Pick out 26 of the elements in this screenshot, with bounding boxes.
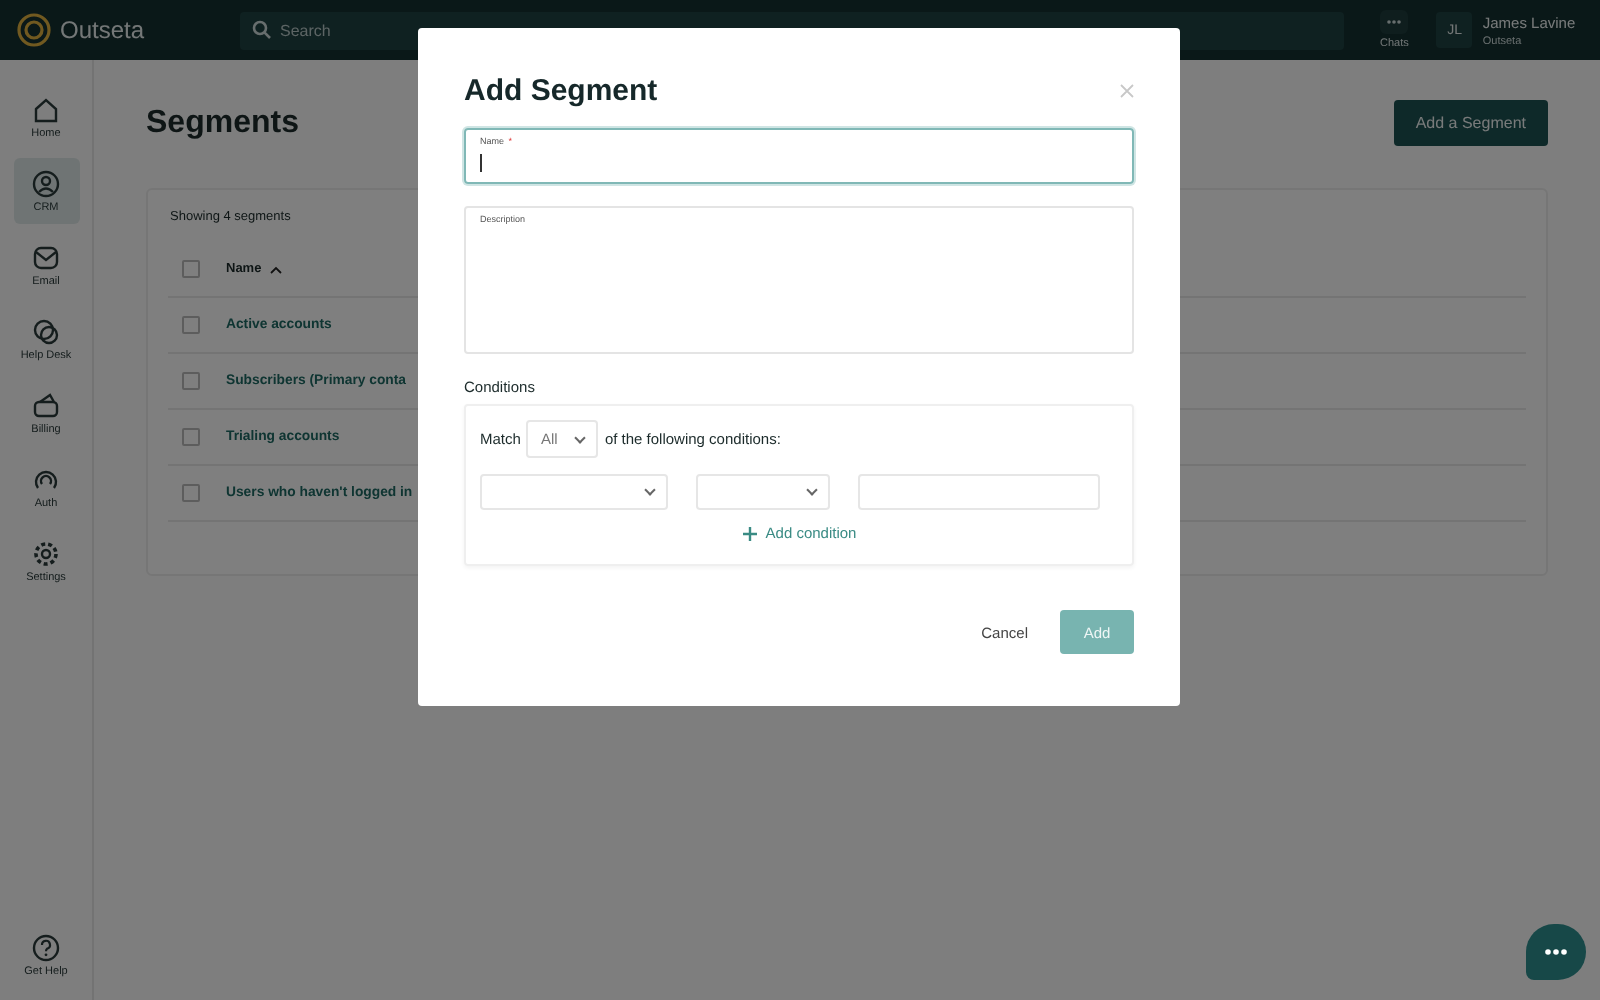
operator-select[interactable]: [696, 474, 830, 510]
row-checkbox[interactable]: [182, 372, 200, 390]
help-icon: [32, 933, 60, 961]
mail-icon: [32, 243, 60, 271]
chat-dots-icon: [1544, 948, 1568, 956]
field-select[interactable]: [480, 474, 668, 510]
dialog-title: Add Segment: [464, 73, 658, 107]
row-checkbox[interactable]: [182, 428, 200, 446]
chat-bubble-button[interactable]: [1526, 924, 1586, 980]
home-icon: [32, 95, 60, 123]
row-checkbox[interactable]: [182, 484, 200, 502]
logo-text: Outseta: [60, 16, 145, 44]
close-icon[interactable]: [1120, 83, 1134, 97]
chat-dots-icon: [1380, 10, 1409, 34]
value-input[interactable]: [858, 474, 1100, 510]
plus-icon: [741, 525, 758, 541]
select-all-checkbox[interactable]: [182, 260, 200, 278]
row-checkbox[interactable]: [182, 316, 200, 334]
logo-icon: [16, 12, 52, 48]
person-icon: [32, 169, 60, 197]
page-title: Segments: [146, 105, 299, 141]
settings-icon: [32, 539, 60, 567]
add-segment-button[interactable]: Add a Segment: [1393, 100, 1548, 146]
sort-caret-icon[interactable]: [269, 265, 282, 273]
chat-bubbles-icon: [32, 317, 60, 345]
search-icon: [252, 20, 272, 40]
